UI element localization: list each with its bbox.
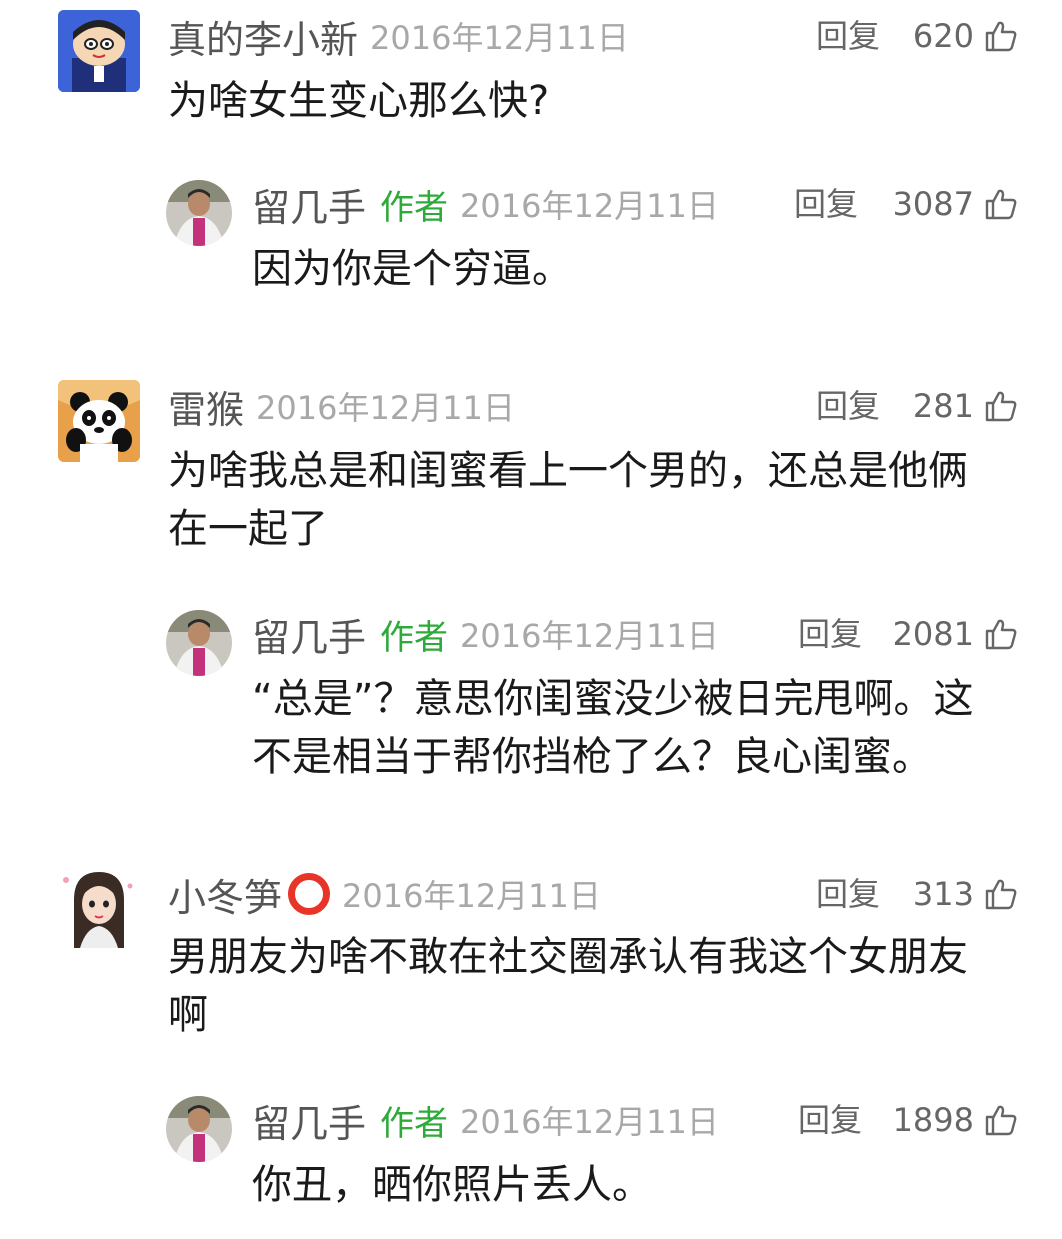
like-button[interactable]: 313 (913, 864, 1018, 924)
thumbs-up-icon (985, 21, 1017, 52)
timestamp: 2016年12月11日 (460, 617, 719, 655)
reply-header: 留几手 作者 2016年12月11日 (252, 174, 719, 234)
comment-text: 男朋友为啥不敢在社交圈承认有我这个女朋友 啊 (168, 928, 968, 1044)
timestamp: 2016年12月11日 (370, 19, 629, 57)
like-count: 2081 (892, 615, 974, 653)
reply-button[interactable]: 回复 (816, 864, 880, 924)
author-badge: 作者 (380, 187, 449, 228)
author-badge: 作者 (380, 617, 449, 658)
reply-text: 你丑，晒你照片丢人。 (252, 1162, 652, 1208)
thumbs-up-icon (985, 879, 1017, 910)
username[interactable]: 小冬笋 (168, 867, 282, 922)
reply-text: 因为你是个穷逼。 (252, 246, 572, 292)
timestamp: 2016年12月11日 (460, 1103, 719, 1141)
like-count: 1898 (892, 1101, 974, 1139)
red-circle-icon (288, 873, 331, 915)
avatar-girl[interactable] (58, 866, 140, 948)
like-button[interactable]: 3087 (893, 174, 1018, 234)
avatar-panda[interactable] (58, 380, 140, 462)
cartoon-boy-avatar-image (58, 10, 140, 92)
thumbs-up-icon (985, 189, 1017, 220)
username[interactable]: 留几手 (252, 607, 366, 662)
comment-text-line: 在一起了 (168, 506, 328, 552)
comment-header: 小冬笋 2016年12月11日 (168, 864, 601, 924)
avatar-cartoon-boy[interactable] (58, 10, 140, 92)
timestamp: 2016年12月11日 (342, 877, 601, 915)
username[interactable]: 留几手 (252, 1093, 366, 1148)
like-button[interactable]: 620 (913, 6, 1018, 66)
like-count: 620 (912, 17, 974, 55)
girl-avatar-image (58, 866, 140, 948)
thumbs-up-icon (985, 1105, 1017, 1136)
comment-text: 为啥我总是和闺蜜看上一个男的，还总是他俩 在一起了 (168, 442, 968, 558)
author-avatar-image (166, 610, 232, 676)
like-count: 313 (912, 875, 974, 913)
like-count: 281 (912, 387, 974, 425)
author-avatar-image (166, 180, 232, 246)
reply-header: 留几手 作者 2016年12月11日 (252, 1090, 719, 1150)
comment-text-line: 啊 (168, 992, 208, 1038)
timestamp: 2016年12月11日 (460, 187, 719, 225)
author-avatar[interactable] (166, 1096, 232, 1162)
like-count: 3087 (892, 185, 974, 223)
username[interactable]: 雷猴 (168, 379, 244, 434)
reply-button[interactable]: 回复 (798, 604, 862, 664)
reply-button[interactable]: 回复 (816, 6, 880, 66)
like-button[interactable]: 281 (913, 376, 1018, 436)
comment-text: 为啥女生变心那么快? (168, 78, 550, 124)
comment-text-line: 为啥我总是和闺蜜看上一个男的，还总是他俩 (168, 448, 968, 494)
reply-button[interactable]: 回复 (798, 1090, 862, 1150)
username[interactable]: 留几手 (252, 177, 366, 232)
author-avatar-image (166, 1096, 232, 1162)
reply-button[interactable]: 回复 (794, 174, 858, 234)
like-button[interactable]: 2081 (893, 604, 1018, 664)
author-badge: 作者 (380, 1103, 449, 1144)
like-button[interactable]: 1898 (893, 1090, 1018, 1150)
username[interactable]: 真的李小新 (168, 9, 358, 64)
author-avatar[interactable] (166, 180, 232, 246)
author-avatar[interactable] (166, 610, 232, 676)
reply-text-line: 不是相当于帮你挡枪了么？良心闺蜜。 (252, 734, 932, 780)
comment-header: 真的李小新 2016年12月11日 (168, 6, 629, 66)
comment-header: 雷猴 2016年12月11日 (168, 376, 515, 436)
panda-avatar-image (58, 380, 140, 462)
reply-text: “总是”？意思你闺蜜没少被日完甩啊。这 不是相当于帮你挡枪了么？良心闺蜜。 (252, 670, 973, 786)
reply-button[interactable]: 回复 (816, 376, 880, 436)
timestamp: 2016年12月11日 (256, 389, 515, 427)
reply-header: 留几手 作者 2016年12月11日 (252, 604, 719, 664)
thumbs-up-icon (985, 391, 1017, 422)
thumbs-up-icon (985, 619, 1017, 650)
reply-text-line: “总是”？意思你闺蜜没少被日完甩啊。这 (252, 676, 974, 722)
comment-text-line: 男朋友为啥不敢在社交圈承认有我这个女朋友 (168, 934, 968, 980)
